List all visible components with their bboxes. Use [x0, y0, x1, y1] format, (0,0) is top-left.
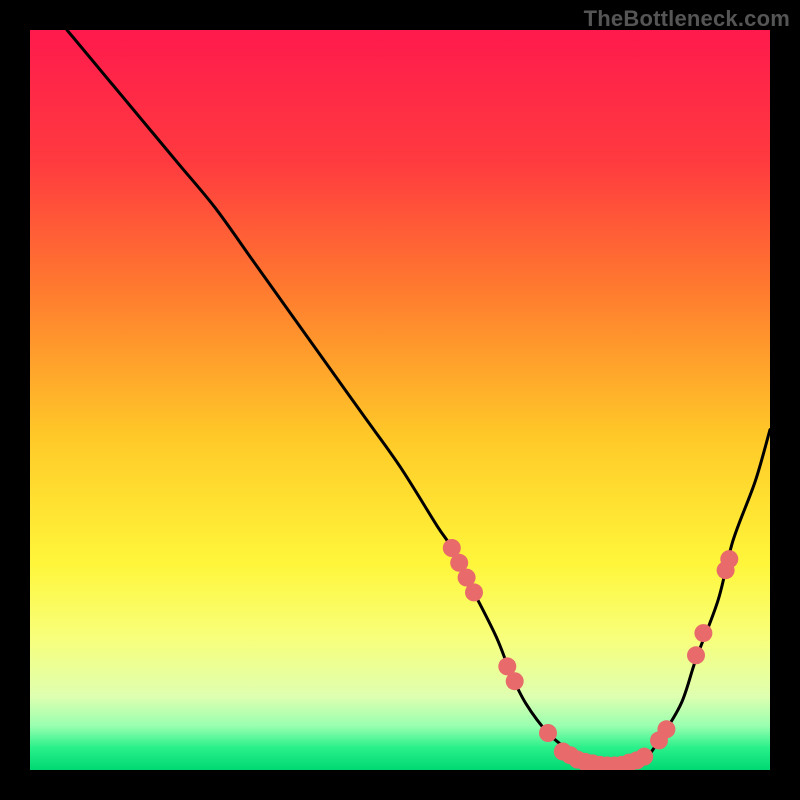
- background-gradient: [30, 30, 770, 770]
- watermark-text: TheBottleneck.com: [584, 6, 790, 32]
- chart-root: TheBottleneck.com: [0, 0, 800, 800]
- plot-area: [30, 30, 770, 770]
